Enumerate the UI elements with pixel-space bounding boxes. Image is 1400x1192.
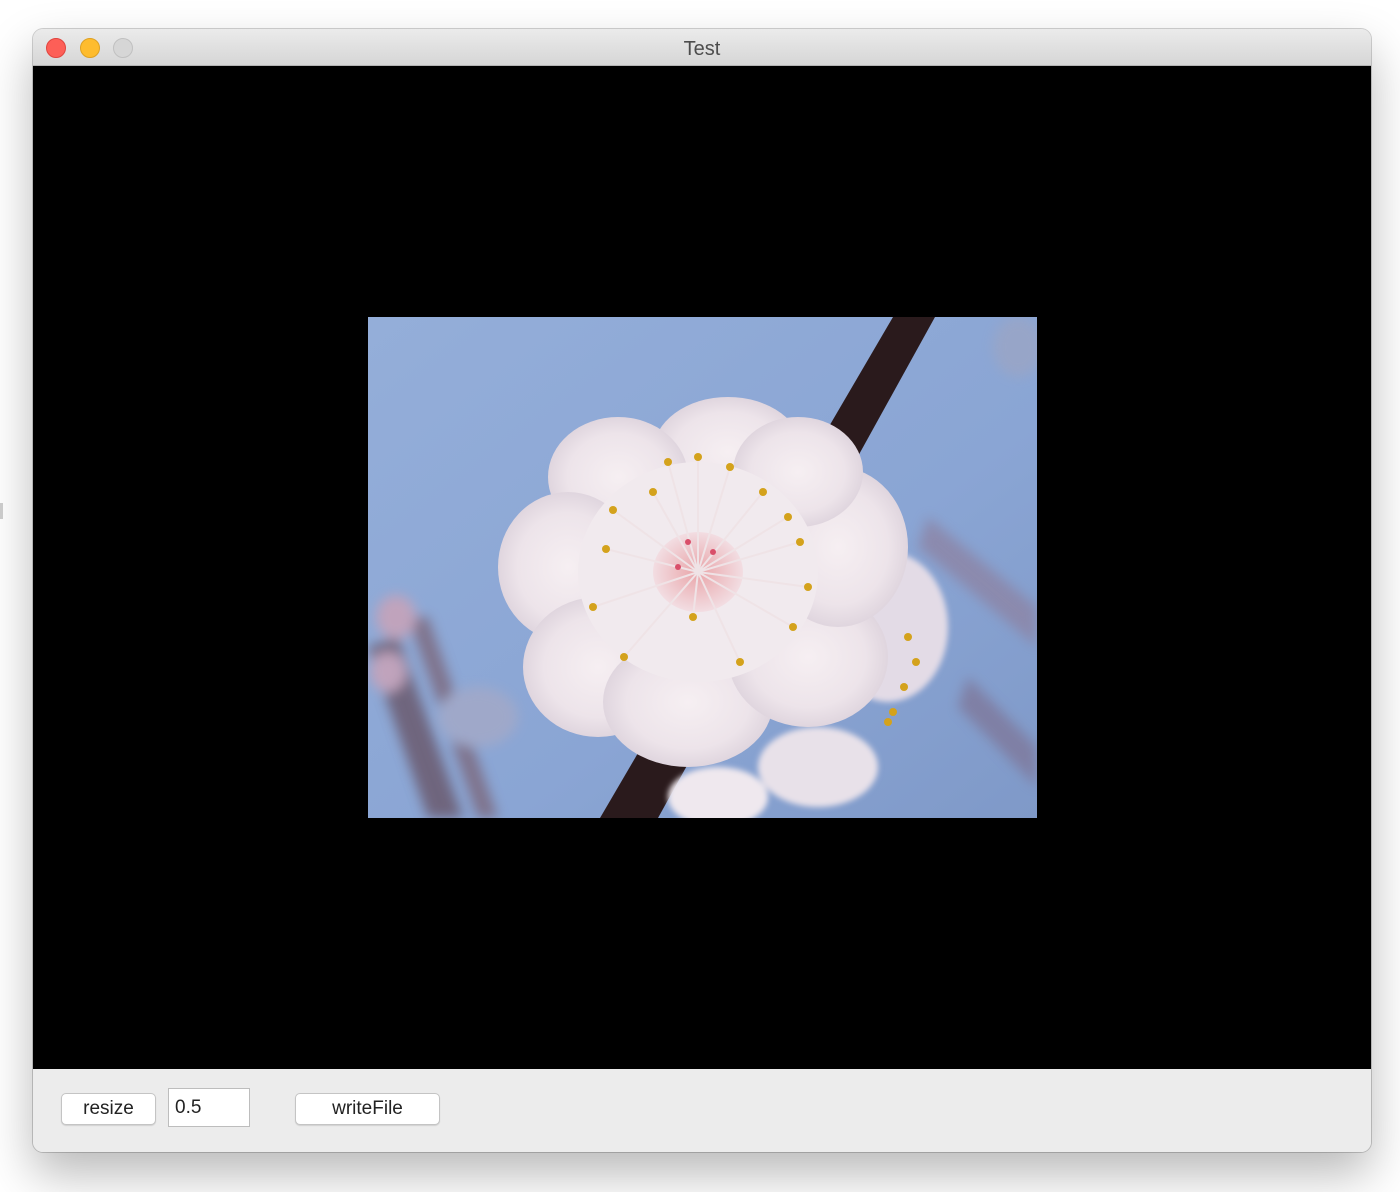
title-bar[interactable]: Test [33,29,1371,66]
window-title: Test [683,38,721,60]
write-file-button[interactable]: writeFile [295,1093,440,1125]
image-canvas [33,66,1371,1069]
desktop-edge [0,503,3,519]
resize-button[interactable]: resize [61,1093,156,1125]
app-window: Test resize 0.5 writeFile [33,29,1371,1152]
flower-photo [368,317,1037,818]
scale-input[interactable] [168,1088,250,1127]
control-bar: resize writeFile [33,1069,1371,1152]
